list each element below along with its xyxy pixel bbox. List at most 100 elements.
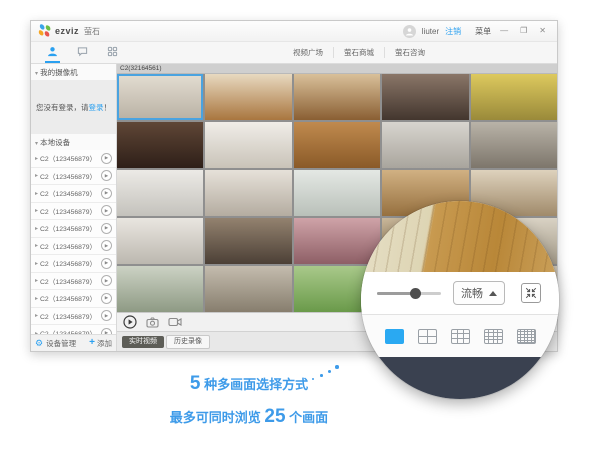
selected-camera-label: C2(32164561) bbox=[117, 64, 557, 74]
device-name: C2（123456879） bbox=[40, 313, 97, 321]
shrink-view-button[interactable] bbox=[521, 283, 541, 303]
device-name: C2（123456879） bbox=[40, 156, 97, 164]
device-row[interactable]: ▸C2（123456879）▶ bbox=[31, 167, 116, 185]
tab-video-plaza[interactable]: 视频广场 bbox=[283, 47, 333, 58]
device-row[interactable]: ▸C2（123456879）▶ bbox=[31, 220, 116, 238]
tab-history-recordings[interactable]: 历史录像 bbox=[166, 334, 210, 349]
camera-cell[interactable] bbox=[117, 266, 204, 312]
camera-cell[interactable] bbox=[470, 122, 557, 168]
logout-link[interactable]: 注销 bbox=[445, 26, 461, 37]
local-devices-header[interactable]: ▾ 本地设备 bbox=[31, 134, 116, 150]
brand-name-cn: 萤石 bbox=[84, 26, 101, 36]
device-row[interactable]: ▸C2（123456879） ▶ bbox=[31, 307, 116, 325]
caret-up-icon bbox=[489, 290, 497, 296]
device-row[interactable]: ▸C2（123456879）▶ bbox=[31, 255, 116, 273]
layout-9-button[interactable] bbox=[450, 328, 470, 344]
collapse-arrow-icon: ▾ bbox=[35, 141, 39, 147]
camera-cell[interactable] bbox=[293, 74, 381, 120]
device-list: ▸ C2（123456879） ▶ ▸ C2（123456879） ▶ ▸ C2（123456… bbox=[31, 150, 116, 334]
device-row[interactable]: ▸C2（123456879） ▶ bbox=[31, 150, 116, 168]
expand-arrow-icon: ▸ bbox=[35, 155, 39, 162]
play-device-button[interactable]: ▶ bbox=[101, 187, 112, 199]
magnified-controls-row: 流畅 bbox=[361, 272, 559, 314]
dotted-trail bbox=[328, 370, 331, 373]
collapse-arrow-icon: ▾ bbox=[35, 71, 39, 77]
play-device-button[interactable]: ▶ bbox=[101, 152, 112, 164]
login-link[interactable]: 登录 bbox=[89, 103, 104, 112]
plus-icon: + bbox=[89, 337, 95, 348]
magnified-bottom-bar bbox=[361, 357, 559, 399]
play-device-button[interactable]: ▶ bbox=[101, 310, 112, 322]
add-device-button[interactable]: + 添加 bbox=[89, 338, 112, 349]
snapshot-camera-icon[interactable] bbox=[146, 316, 159, 328]
device-name: C2（123456879） bbox=[40, 173, 97, 181]
device-row[interactable]: ▸C2（123456879）▶ bbox=[31, 202, 116, 220]
play-device-button[interactable]: ▶ bbox=[101, 222, 112, 234]
device-row[interactable]: ▸C2（123456879）▶ bbox=[31, 185, 116, 203]
play-device-button[interactable]: ▶ bbox=[101, 170, 112, 182]
expand-arrow-icon: ▸ bbox=[35, 225, 39, 232]
chat-bubble-icon bbox=[77, 47, 88, 57]
layout-1-button[interactable] bbox=[384, 328, 404, 344]
camera-cell[interactable] bbox=[293, 218, 381, 264]
camera-cell[interactable] bbox=[117, 122, 204, 168]
apps-tab[interactable] bbox=[105, 42, 120, 63]
play-button[interactable] bbox=[123, 315, 137, 329]
device-name: C2（123456879） bbox=[40, 278, 97, 286]
camera-cell[interactable] bbox=[117, 170, 204, 216]
dotted-trail bbox=[312, 378, 314, 380]
camera-cell[interactable] bbox=[205, 266, 292, 312]
menu-button[interactable]: 菜单 bbox=[475, 26, 491, 37]
camera-cell[interactable] bbox=[205, 74, 292, 120]
layout-4-button[interactable] bbox=[417, 328, 437, 344]
device-row[interactable]: ▸C2（123456879）▶ bbox=[31, 325, 116, 334]
camera-cell[interactable] bbox=[470, 74, 557, 120]
brand-name: ezviz bbox=[55, 26, 80, 36]
layout-25-button[interactable] bbox=[516, 328, 536, 344]
device-name: C2（123456879） bbox=[40, 296, 97, 304]
minimize-button[interactable]: — bbox=[497, 27, 511, 35]
camera-cell[interactable] bbox=[382, 74, 469, 120]
play-device-button[interactable]: ▶ bbox=[101, 240, 112, 252]
record-video-icon[interactable] bbox=[168, 317, 182, 327]
my-devices-tab[interactable] bbox=[45, 42, 60, 63]
maximize-button[interactable]: ❐ bbox=[517, 27, 530, 35]
user-avatar bbox=[402, 24, 416, 38]
camera-cell[interactable] bbox=[293, 170, 381, 216]
device-row[interactable]: ▸C2（123456879）▶ bbox=[31, 237, 116, 255]
play-device-button[interactable]: ▶ bbox=[101, 257, 112, 269]
play-device-button[interactable]: ▶ bbox=[101, 275, 112, 287]
quality-label: 流畅 bbox=[461, 288, 483, 300]
play-device-button[interactable]: ▶ bbox=[101, 205, 112, 217]
expand-arrow-icon: ▸ bbox=[35, 208, 39, 215]
expand-arrow-icon: ▸ bbox=[35, 313, 39, 320]
camera-cell[interactable] bbox=[205, 218, 292, 264]
my-cameras-header[interactable]: ▾ 我的摄像机 bbox=[31, 64, 116, 80]
quality-dropdown[interactable]: 流畅 bbox=[453, 281, 505, 305]
tab-live-video[interactable]: 实时视频 bbox=[122, 335, 164, 348]
camera-cell[interactable] bbox=[205, 122, 292, 168]
device-row[interactable]: ▸C2（123456879）▶ bbox=[31, 290, 116, 308]
camera-cell[interactable] bbox=[117, 74, 204, 120]
expand-arrow-icon: ▸ bbox=[35, 190, 39, 197]
close-button[interactable]: ✕ bbox=[536, 27, 549, 35]
messages-tab[interactable] bbox=[75, 42, 90, 63]
camera-cell[interactable] bbox=[382, 122, 469, 168]
tab-ezviz-mall[interactable]: 萤石商城 bbox=[333, 47, 384, 58]
camera-cell[interactable] bbox=[293, 122, 381, 168]
portal-tabs: 视频广场 萤石商城 萤石咨询 bbox=[283, 42, 435, 63]
person-icon bbox=[48, 47, 57, 57]
ezviz-logo-icon bbox=[38, 24, 52, 38]
camera-cell[interactable] bbox=[117, 218, 204, 264]
slider-knob[interactable] bbox=[410, 287, 422, 299]
play-device-button[interactable]: ▶ bbox=[101, 292, 112, 304]
marketing-line-2: 最多可同时浏览 25 个画面 bbox=[169, 406, 329, 428]
camera-cell[interactable] bbox=[205, 170, 292, 216]
marketing-text: 5 种多画面选择方式 最多可同时浏览 25 个画面 bbox=[118, 367, 380, 434]
tab-ezviz-consult[interactable]: 萤石咨询 bbox=[384, 47, 435, 58]
layout-16-button[interactable] bbox=[483, 328, 503, 344]
device-row[interactable]: ▸C2（123456879）▶ bbox=[31, 272, 116, 290]
dotted-trail bbox=[320, 374, 323, 377]
volume-slider[interactable] bbox=[377, 287, 441, 299]
device-manage-button[interactable]: 设备管理 bbox=[46, 338, 76, 349]
